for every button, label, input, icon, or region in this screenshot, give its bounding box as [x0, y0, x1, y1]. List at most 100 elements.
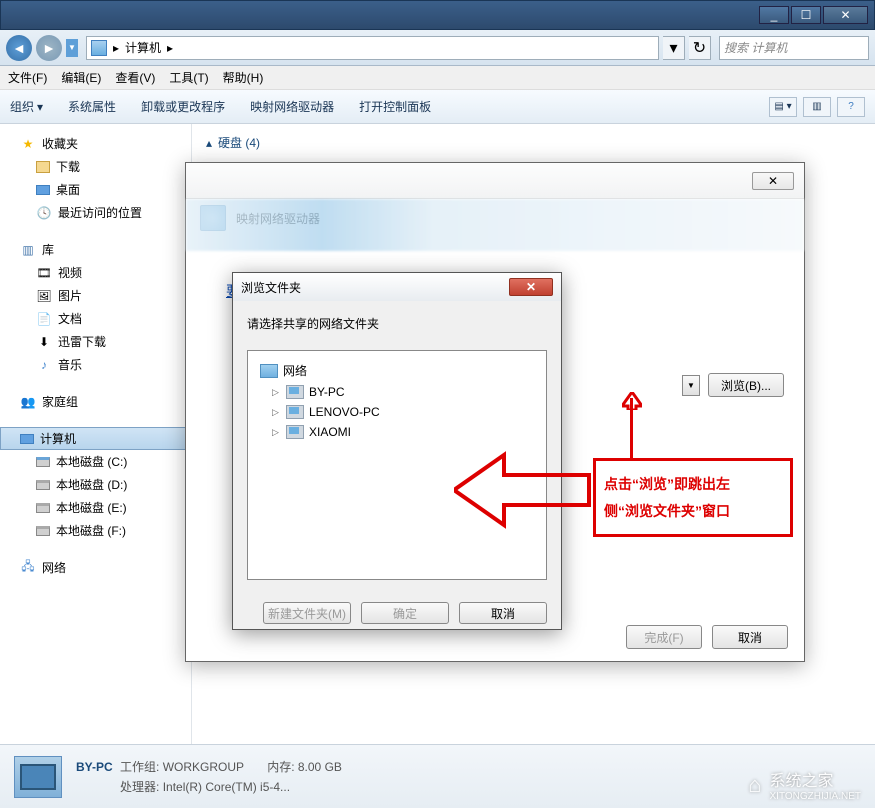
- music-icon: ♪: [36, 357, 52, 373]
- tree-root-network[interactable]: 网络: [256, 359, 538, 382]
- menu-bar: 文件(F) 编辑(E) 查看(V) 工具(T) 帮助(H): [0, 66, 875, 90]
- pc-icon: [286, 405, 304, 419]
- dialog-prompt: 请选择共享的网络文件夹: [247, 315, 547, 332]
- status-info: BY-PC 工作组: WORKGROUP 内存: 8.00 GB 处理器: In…: [76, 758, 342, 795]
- drive-icon: [36, 526, 50, 536]
- maximize-button[interactable]: ☐: [791, 6, 821, 24]
- sidebar-item-desktop[interactable]: 桌面: [0, 178, 191, 201]
- network-icon: 🖧: [20, 560, 36, 576]
- cancel-button[interactable]: 取消: [712, 625, 788, 649]
- sidebar-item-downloads[interactable]: 下载: [0, 155, 191, 178]
- computer-icon: [91, 40, 107, 56]
- browse-button[interactable]: 浏览(B)...: [708, 373, 784, 397]
- annotation-text: 点击“浏览”即跳出左 侧“浏览文件夹”窗口: [593, 458, 793, 537]
- view-options-button[interactable]: ▤ ▾: [769, 97, 797, 117]
- dialog-title: 浏览文件夹: [241, 279, 301, 296]
- sidebar-item-drive-f[interactable]: 本地磁盘 (F:): [0, 519, 191, 542]
- navigation-pane: ★收藏夹 下载 桌面 🕓最近访问的位置 ▥库 🎞视频 🖼图片 📄文档 ⬇迅雷下载…: [0, 124, 192, 744]
- forward-button[interactable]: ►: [36, 35, 62, 61]
- thunder-icon: ⬇: [36, 334, 52, 350]
- dialog-cancel-button[interactable]: 取消: [459, 602, 547, 624]
- menu-help[interactable]: 帮助(H): [223, 69, 264, 86]
- sidebar-item-videos[interactable]: 🎞视频: [0, 261, 191, 284]
- annotation-line: [630, 398, 633, 458]
- preview-pane-button[interactable]: ▥: [803, 97, 831, 117]
- navigation-bar: ◄ ► ▼ ▸ 计算机 ▸ ▾ ↻ 搜索 计算机: [0, 30, 875, 66]
- ok-button[interactable]: 确定: [361, 602, 449, 624]
- wizard-titlebar: ✕: [186, 163, 804, 199]
- sidebar-homegroup[interactable]: 👥家庭组: [0, 390, 191, 413]
- tree-item-xiaomi[interactable]: ▷ XIAOMI: [256, 422, 538, 442]
- window-titlebar: _ ☐ ✕: [0, 0, 875, 30]
- document-icon: 📄: [36, 311, 52, 327]
- sidebar-favorites[interactable]: ★收藏夹: [0, 132, 191, 155]
- sidebar-item-drive-c[interactable]: 本地磁盘 (C:): [0, 450, 191, 473]
- menu-edit[interactable]: 编辑(E): [61, 69, 101, 86]
- breadcrumb-sep: ▸: [167, 41, 173, 55]
- address-dropdown[interactable]: ▾: [663, 36, 685, 60]
- sidebar-item-music[interactable]: ♪音乐: [0, 353, 191, 376]
- map-drive-button[interactable]: 映射网络驱动器: [250, 98, 337, 115]
- history-dropdown[interactable]: ▼: [66, 39, 78, 57]
- watermark: ⌂ 系统之家XITONGZHIJIA.NET: [748, 767, 861, 802]
- wizard-close-button[interactable]: ✕: [752, 172, 794, 190]
- tree-item-lenovo[interactable]: ▷ LENOVO-PC: [256, 402, 538, 422]
- library-icon: ▥: [20, 242, 36, 258]
- recent-icon: 🕓: [36, 205, 52, 221]
- breadcrumb-sep: ▸: [113, 41, 119, 55]
- sidebar-item-pictures[interactable]: 🖼图片: [0, 284, 191, 307]
- computer-large-icon: [14, 756, 62, 798]
- sidebar-item-thunder[interactable]: ⬇迅雷下载: [0, 330, 191, 353]
- refresh-button[interactable]: ↻: [689, 36, 711, 60]
- new-folder-button[interactable]: 新建文件夹(M): [263, 602, 351, 624]
- expand-icon[interactable]: ▷: [272, 387, 281, 398]
- sidebar-item-recent[interactable]: 🕓最近访问的位置: [0, 201, 191, 224]
- search-input[interactable]: 搜索 计算机: [719, 36, 869, 60]
- folder-tree[interactable]: 网络 ▷ BY-PC ▷ LENOVO-PC ▷ XIAOMI: [247, 350, 547, 580]
- close-button[interactable]: ✕: [823, 6, 868, 24]
- video-icon: 🎞: [36, 265, 52, 281]
- computer-icon: [20, 434, 34, 444]
- browse-folder-dialog: 浏览文件夹 ✕ 请选择共享的网络文件夹 网络 ▷ BY-PC ▷ LENOVO-…: [232, 272, 562, 630]
- picture-icon: 🖼: [36, 288, 52, 304]
- sidebar-item-documents[interactable]: 📄文档: [0, 307, 191, 330]
- control-panel-button[interactable]: 打开控制面板: [359, 98, 434, 115]
- sidebar-item-drive-e[interactable]: 本地磁盘 (E:): [0, 496, 191, 519]
- toolbar: 组织 ▾ 系统属性 卸载或更改程序 映射网络驱动器 打开控制面板 ▤ ▾ ▥ ?: [0, 90, 875, 124]
- menu-tools[interactable]: 工具(T): [169, 69, 208, 86]
- menu-view[interactable]: 查看(V): [115, 69, 155, 86]
- organize-button[interactable]: 组织 ▾: [10, 98, 46, 115]
- minimize-button[interactable]: _: [759, 6, 789, 24]
- dialog-titlebar: 浏览文件夹 ✕: [233, 273, 561, 301]
- system-properties-button[interactable]: 系统属性: [68, 98, 119, 115]
- menu-file[interactable]: 文件(F): [8, 69, 47, 86]
- address-bar[interactable]: ▸ 计算机 ▸: [86, 36, 659, 60]
- drive-letter-dropdown[interactable]: ▼: [682, 375, 700, 396]
- drive-icon: [36, 480, 50, 490]
- status-bar: BY-PC 工作组: WORKGROUP 内存: 8.00 GB 处理器: In…: [0, 744, 875, 808]
- breadcrumb-computer[interactable]: 计算机: [125, 39, 161, 56]
- back-button[interactable]: ◄: [6, 35, 32, 61]
- hdd-section-header[interactable]: ▴ 硬盘 (4): [206, 134, 861, 151]
- star-icon: ★: [20, 136, 36, 152]
- pc-name: BY-PC: [76, 760, 113, 774]
- dialog-close-button[interactable]: ✕: [509, 278, 553, 296]
- sidebar-libraries[interactable]: ▥库: [0, 238, 191, 261]
- sidebar-item-drive-d[interactable]: 本地磁盘 (D:): [0, 473, 191, 496]
- drive-icon: [36, 457, 50, 467]
- pc-icon: [286, 425, 304, 439]
- desktop-icon: [36, 185, 50, 195]
- pc-icon: [286, 385, 304, 399]
- tree-item-bypc[interactable]: ▷ BY-PC: [256, 382, 538, 402]
- expand-icon[interactable]: ▷: [272, 407, 281, 418]
- folder-icon: [36, 161, 50, 173]
- drive-icon: [36, 503, 50, 513]
- expand-icon[interactable]: ▷: [272, 427, 281, 438]
- help-button[interactable]: ?: [837, 97, 865, 117]
- uninstall-button[interactable]: 卸载或更改程序: [141, 98, 228, 115]
- sidebar-computer[interactable]: 计算机: [0, 427, 191, 450]
- network-icon: [260, 364, 278, 378]
- finish-button[interactable]: 完成(F): [626, 625, 702, 649]
- wizard-blur-strip: [186, 199, 804, 251]
- sidebar-network[interactable]: 🖧网络: [0, 556, 191, 579]
